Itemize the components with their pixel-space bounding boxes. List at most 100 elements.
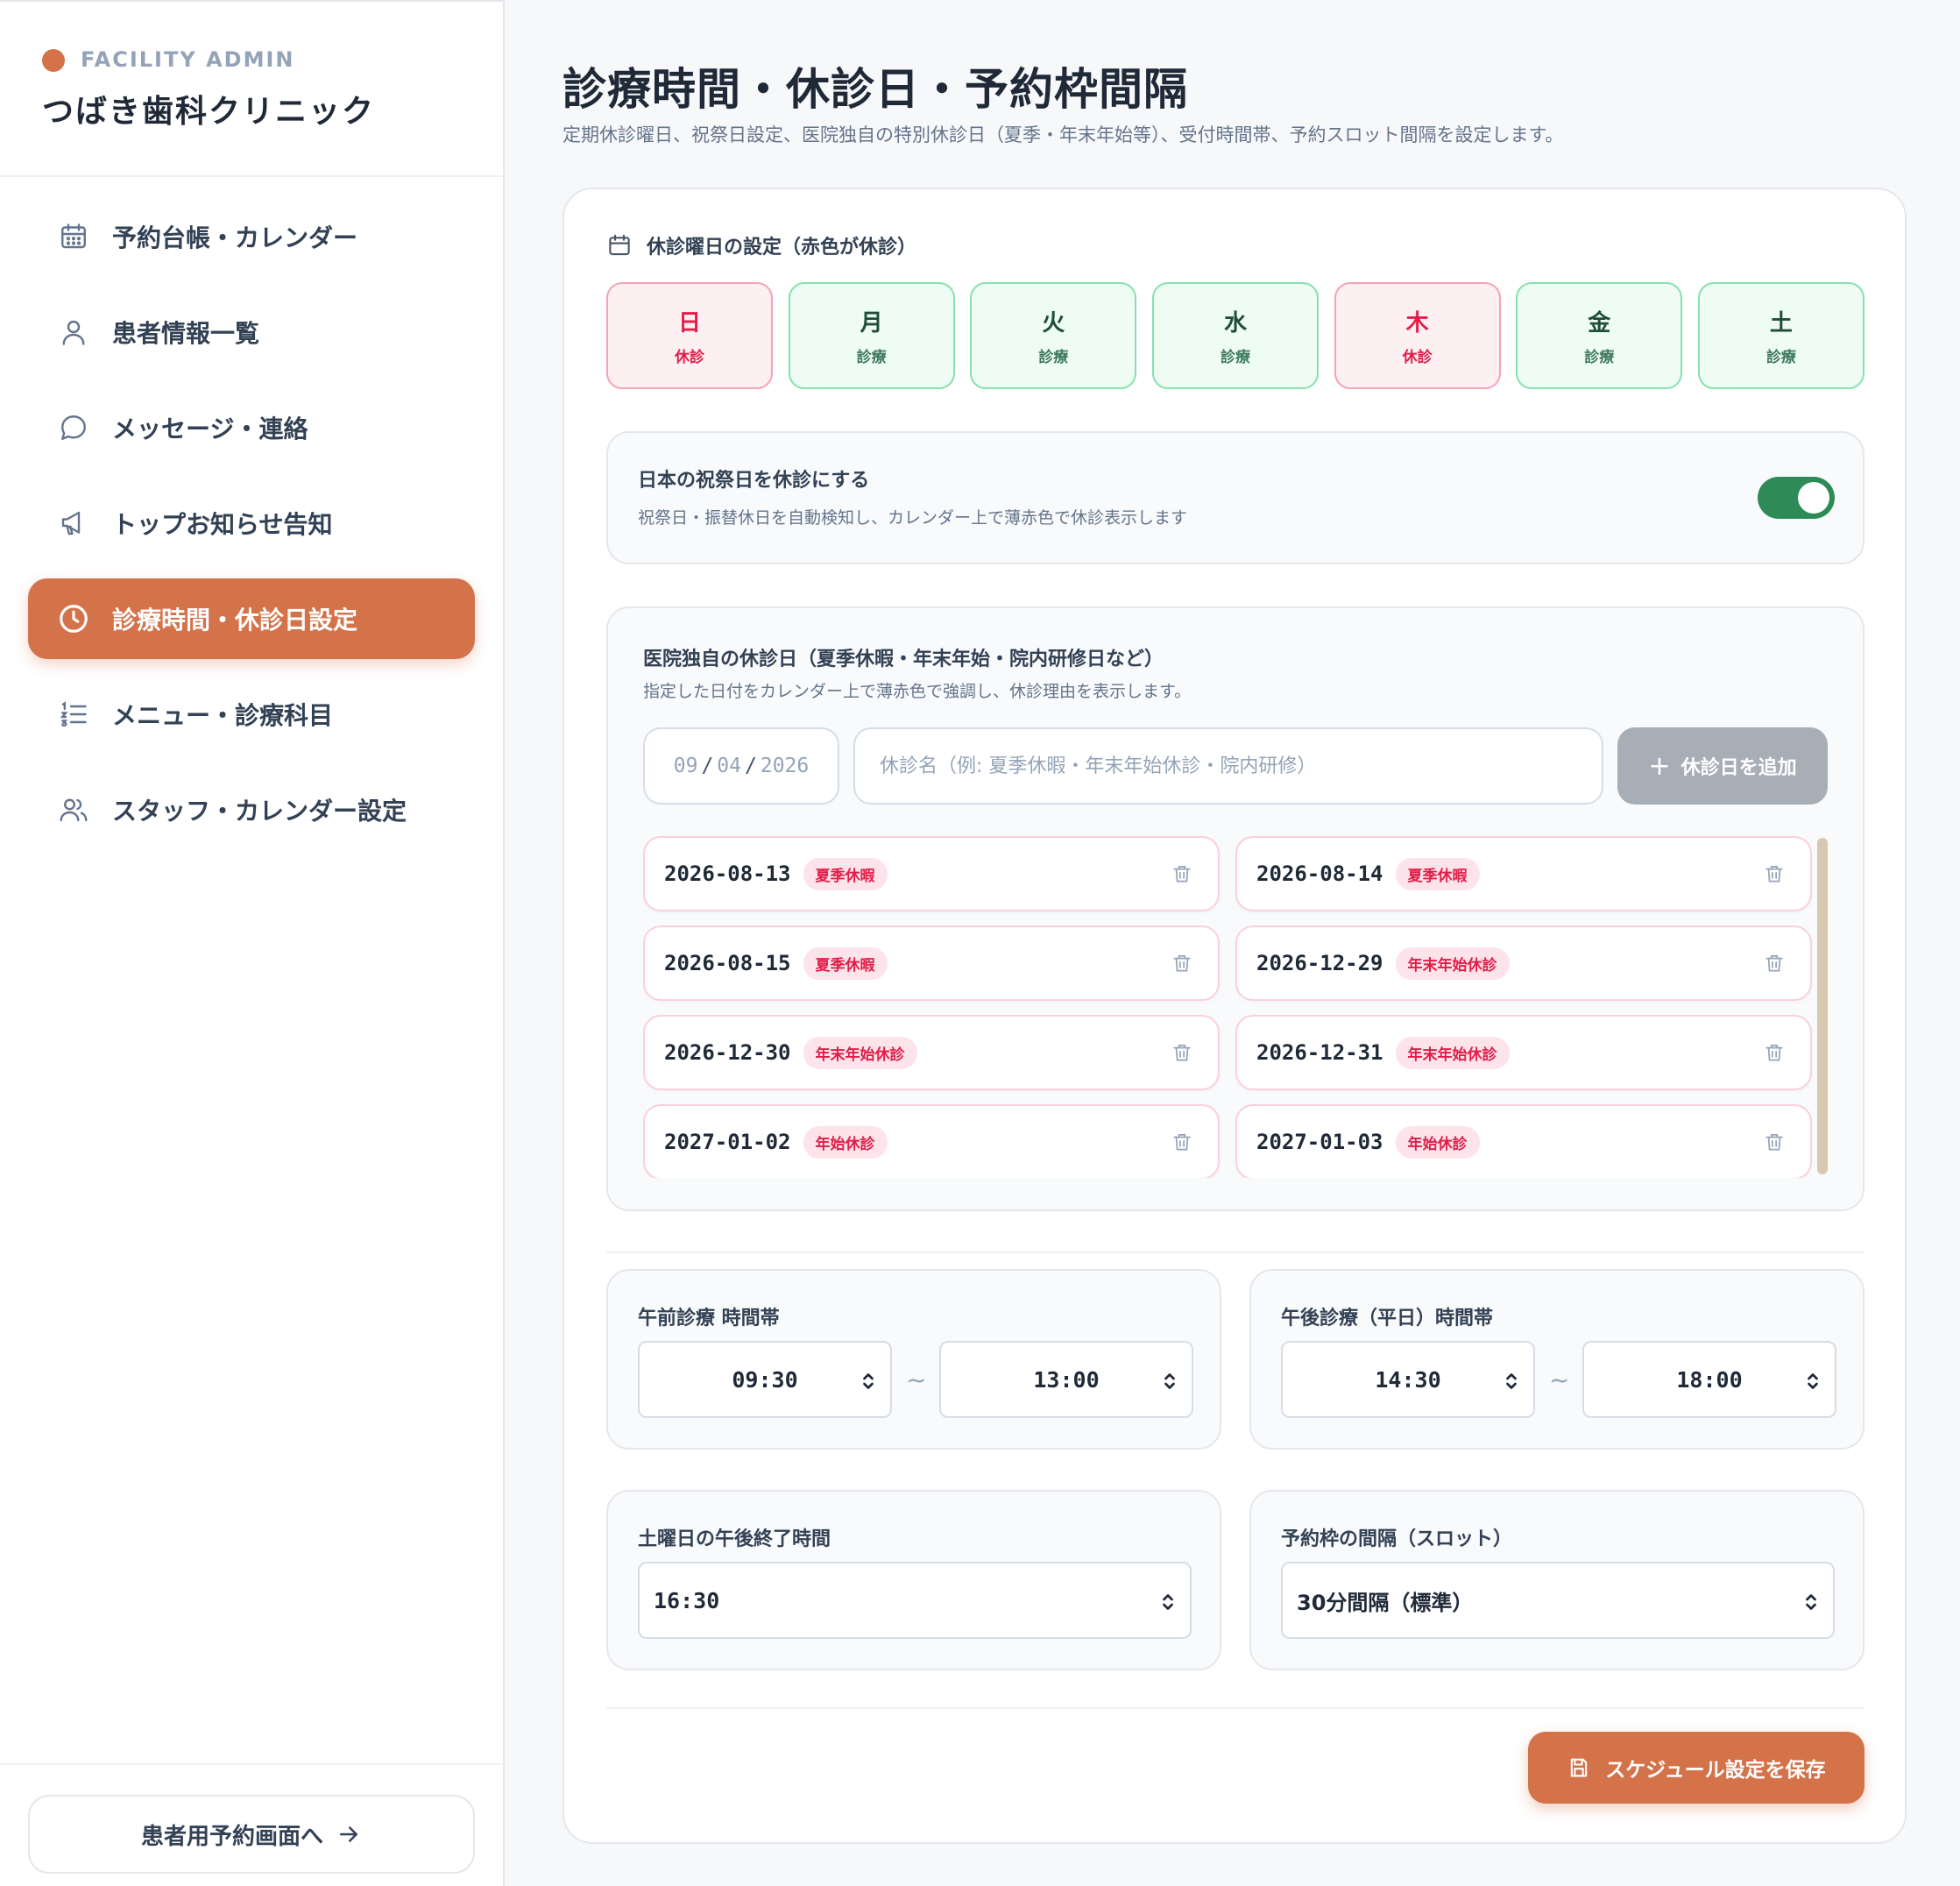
date-separator: / bbox=[701, 755, 714, 777]
closure-item: 2027-01-02 年始休診 bbox=[643, 1104, 1220, 1178]
date-month: 09 bbox=[673, 755, 698, 777]
national-holiday-description: 祝祭日・振替休日を自動検知し、カレンダー上で薄赤色で休診表示します bbox=[638, 508, 1188, 528]
trash-icon[interactable] bbox=[1171, 952, 1193, 975]
day-toggle-monday[interactable]: 月診療 bbox=[788, 282, 955, 389]
closure-list-scrollbar[interactable] bbox=[1817, 838, 1828, 1174]
chat-bubble-icon bbox=[56, 410, 91, 445]
patient-booking-label: 患者用予約画面へ bbox=[140, 1823, 323, 1850]
updown-chevron-icon bbox=[1164, 1373, 1175, 1389]
trash-icon[interactable] bbox=[1171, 862, 1193, 885]
megaphone-icon bbox=[56, 506, 91, 541]
day-toggle-tuesday[interactable]: 火診療 bbox=[970, 282, 1137, 389]
section-divider bbox=[606, 1251, 1864, 1253]
day-toggle-thursday[interactable]: 木休診 bbox=[1334, 282, 1501, 389]
national-holiday-title: 日本の祝祭日を休診にする bbox=[638, 470, 870, 492]
closure-tag: 夏季休暇 bbox=[803, 857, 888, 890]
trash-icon[interactable] bbox=[1763, 862, 1786, 885]
day-status: 休診 bbox=[1402, 349, 1433, 366]
day-name: 火 bbox=[1042, 310, 1065, 337]
am-end-select[interactable]: 13:00 bbox=[939, 1341, 1193, 1418]
trash-icon[interactable] bbox=[1763, 1131, 1786, 1153]
closure-tag: 年始休診 bbox=[1395, 1125, 1480, 1159]
am-hours-panel: 午前診療 時間帯 09:30 ~ 13:00 bbox=[606, 1269, 1221, 1450]
trash-icon[interactable] bbox=[1763, 952, 1786, 975]
closure-name-input[interactable] bbox=[853, 727, 1603, 805]
closure-item: 2026-08-15 夏季休暇 bbox=[643, 925, 1220, 1001]
sidebar-item-label: 診療時間・休診日設定 bbox=[112, 606, 358, 635]
date-day: 04 bbox=[717, 755, 741, 777]
pm-start-value: 14:30 bbox=[1375, 1366, 1441, 1393]
trash-icon[interactable] bbox=[1171, 1041, 1193, 1064]
updown-chevron-icon bbox=[1163, 1594, 1173, 1610]
closure-tag: 年末年始休診 bbox=[1395, 947, 1510, 980]
patient-booking-link[interactable]: 患者用予約画面へ bbox=[28, 1795, 475, 1874]
closure-tag: 夏季休暇 bbox=[1395, 857, 1480, 890]
closure-date: 2026-08-13 bbox=[664, 861, 791, 886]
users-icon bbox=[56, 792, 91, 827]
slot-interval-select[interactable]: 30分間隔（標準） bbox=[1281, 1562, 1835, 1639]
sidebar-item-label: トップお知らせ告知 bbox=[112, 510, 333, 539]
pm-start-select[interactable]: 14:30 bbox=[1281, 1341, 1535, 1418]
sidebar-divider bbox=[0, 1763, 503, 1765]
am-start-select[interactable]: 09:30 bbox=[638, 1341, 892, 1418]
national-holiday-panel: 日本の祝祭日を休診にする 祝祭日・振替休日を自動検知し、カレンダー上で薄赤色で休… bbox=[606, 431, 1864, 564]
day-toggle-saturday[interactable]: 土診療 bbox=[1697, 282, 1864, 389]
day-status: 診療 bbox=[1765, 349, 1796, 366]
day-status: 診療 bbox=[1584, 349, 1615, 366]
add-closure-label: 休診日を追加 bbox=[1681, 757, 1797, 779]
day-name: 日 bbox=[677, 310, 701, 337]
save-icon bbox=[1571, 1758, 1588, 1777]
sidebar-item-announcements[interactable]: トップお知らせ告知 bbox=[28, 483, 475, 564]
day-name: 水 bbox=[1223, 310, 1247, 337]
day-toggle-sunday[interactable]: 日休診 bbox=[606, 282, 773, 389]
pm-end-select[interactable]: 18:00 bbox=[1582, 1341, 1836, 1418]
pm-end-value: 18:00 bbox=[1676, 1366, 1743, 1393]
brand-dot bbox=[42, 49, 65, 72]
closure-item: 2026-08-14 夏季休暇 bbox=[1235, 836, 1812, 911]
sidebar-divider bbox=[0, 175, 503, 177]
closure-date: 2026-08-15 bbox=[664, 951, 791, 975]
sidebar-item-hours[interactable]: 診療時間・休診日設定 bbox=[28, 578, 475, 659]
clinic-name: つばき歯科クリニック bbox=[42, 93, 376, 130]
closure-date: 2026-12-29 bbox=[1256, 951, 1383, 975]
day-name: 金 bbox=[1588, 310, 1611, 337]
closure-date-input[interactable]: 09/04/2026 bbox=[643, 727, 839, 805]
pm-range-separator: ~ bbox=[1549, 1365, 1570, 1394]
schedule-settings-card: 休診曜日の設定（赤色が休診） 日休診 月診療 火診療 水診療 木休診 金診療 土… bbox=[563, 188, 1907, 1844]
day-status: 診療 bbox=[1220, 349, 1250, 366]
sidebar-item-menu[interactable]: メニュー・診療科目 bbox=[28, 674, 475, 755]
toggle-knob bbox=[1798, 482, 1829, 514]
weekday-section-header: 休診曜日の設定（赤色が休診） bbox=[606, 231, 916, 259]
day-status: 診療 bbox=[1038, 349, 1069, 366]
updown-chevron-icon bbox=[1808, 1373, 1818, 1389]
sidebar-item-messages[interactable]: メッセージ・連絡 bbox=[28, 387, 475, 468]
closure-date: 2026-12-31 bbox=[1256, 1040, 1383, 1065]
trash-icon[interactable] bbox=[1171, 1131, 1193, 1153]
am-start-value: 09:30 bbox=[732, 1366, 798, 1393]
sidebar-item-reservations[interactable]: 予約台帳・カレンダー bbox=[28, 196, 475, 277]
am-hours-title: 午前診療 時間帯 bbox=[638, 1308, 780, 1329]
day-toggle-friday[interactable]: 金診療 bbox=[1516, 282, 1683, 389]
national-holiday-toggle[interactable] bbox=[1758, 477, 1835, 519]
trash-icon[interactable] bbox=[1763, 1041, 1786, 1064]
clock-icon bbox=[56, 601, 91, 636]
sidebar-item-patients[interactable]: 患者情報一覧 bbox=[28, 292, 475, 372]
sidebar-item-staff[interactable]: スタッフ・カレンダー設定 bbox=[28, 769, 475, 850]
save-schedule-button[interactable]: スケジュール設定を保存 bbox=[1528, 1732, 1864, 1804]
saturday-end-select[interactable]: 16:30 bbox=[638, 1562, 1192, 1639]
slot-interval-panel: 予約枠の間隔（スロット） 30分間隔（標準） bbox=[1249, 1490, 1864, 1670]
closure-item: 2026-12-30 年末年始休診 bbox=[643, 1015, 1220, 1090]
closure-list: 2026-08-13 夏季休暇 2026-08-14 夏季休暇 2026-08-15… bbox=[643, 836, 1828, 1178]
day-toggle-wednesday[interactable]: 水診療 bbox=[1151, 282, 1319, 389]
weekday-section-title: 休診曜日の設定（赤色が休診） bbox=[647, 237, 917, 259]
date-year: 2026 bbox=[760, 755, 810, 777]
user-icon bbox=[56, 315, 91, 350]
sidebar-nav: 予約台帳・カレンダー 患者情報一覧 メッセージ・連絡 トップお知らせ告知 診療時… bbox=[28, 196, 475, 865]
closure-date: 2027-01-02 bbox=[664, 1130, 791, 1154]
calendar-icon bbox=[56, 219, 91, 254]
day-status: 休診 bbox=[675, 349, 704, 366]
add-closure-button[interactable]: + 休診日を追加 bbox=[1617, 727, 1828, 805]
sidebar-item-label: メニュー・診療科目 bbox=[112, 701, 334, 730]
pm-hours-panel: 午後診療（平日）時間帯 14:30 ~ 18:00 bbox=[1249, 1269, 1864, 1450]
closure-item: 2027-01-03 年始休診 bbox=[1235, 1104, 1812, 1178]
